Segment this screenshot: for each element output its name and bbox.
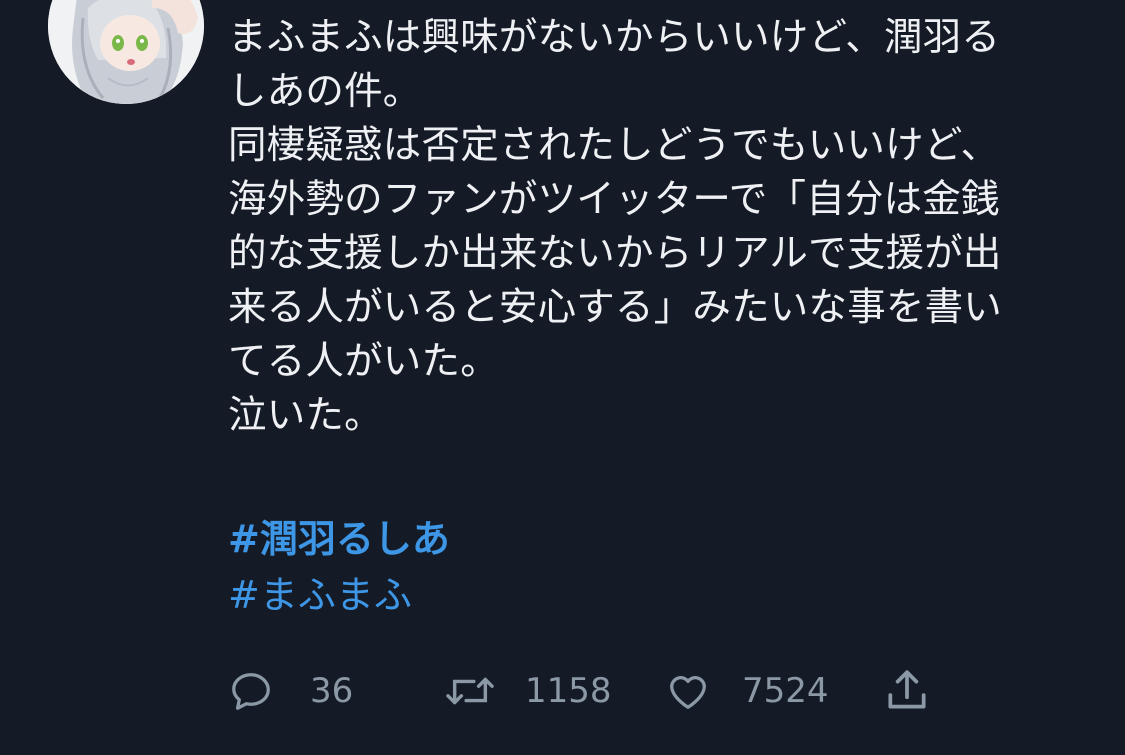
reply-bubble-icon <box>232 673 270 710</box>
hashtag-link[interactable]: #まふまふ <box>228 567 1088 623</box>
avatar[interactable] <box>48 0 204 104</box>
share-button[interactable] <box>882 665 932 717</box>
tweet-text-line: 泣いた。 <box>228 393 383 438</box>
hashtag-link[interactable]: #潤羽るしあ <box>228 511 1088 567</box>
tweet-text-line: まふまふは興味がないからいいけど、潤羽る <box>228 15 1001 60</box>
retweet-icon <box>446 677 494 705</box>
tweet-text-line: てる人がいた。 <box>228 339 499 384</box>
reply-count: 36 <box>310 671 354 711</box>
tweet-text-line: しあの件。 <box>228 69 422 114</box>
like-button[interactable]: 7524 <box>664 665 829 717</box>
tweet-text: まふまふは興味がないからいいけど、潤羽る しあの件。 同棲疑惑は否定されたしどう… <box>228 11 1088 443</box>
tweet-text-line: 的な支援しか出来ないからリアルで支援が出 <box>228 231 1002 276</box>
avatar-image <box>48 0 204 104</box>
tweet-actions: 36 1158 7524 <box>228 665 968 717</box>
tweet-text-line: 海外勢のファンがツイッターで「自分は金銭 <box>228 177 1000 222</box>
tweet-body: まふまふは興味がないからいいけど、潤羽る しあの件。 同棲疑惑は否定されたしどう… <box>228 11 1088 623</box>
retweet-button[interactable]: 1158 <box>443 665 612 717</box>
retweet-count: 1158 <box>525 671 612 711</box>
share-icon <box>888 670 926 709</box>
hashtag-list: #潤羽るしあ #まふまふ <box>228 511 1088 623</box>
tweet-text-line: 同棲疑惑は否定されたしどうでもいいけど、 <box>228 123 1000 168</box>
tweet-text-line: 来る人がいると安心する」みたいな事を書い <box>228 285 1003 330</box>
reply-button[interactable]: 36 <box>228 665 353 717</box>
heart-icon <box>670 676 706 709</box>
like-count: 7524 <box>742 671 829 711</box>
